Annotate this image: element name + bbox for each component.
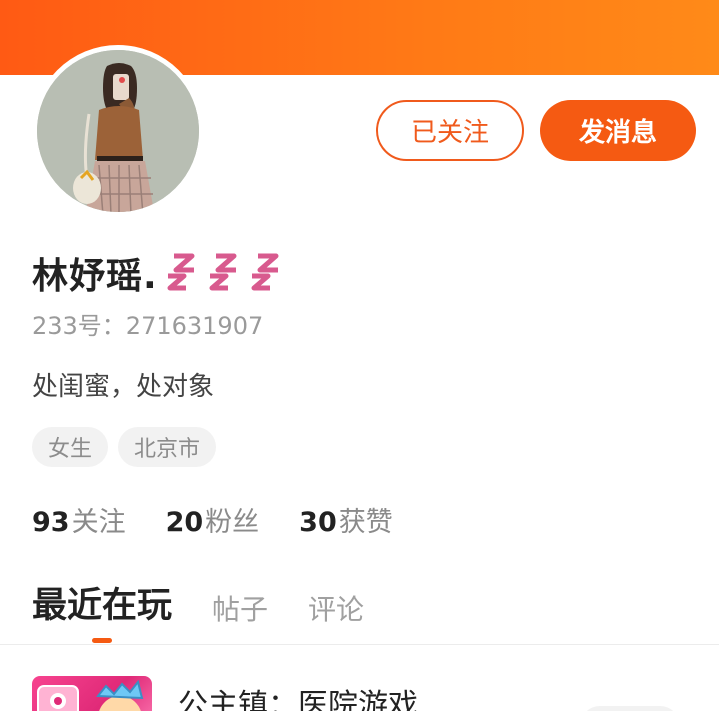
user-id: 233号：271631907 <box>32 312 264 340</box>
tag-gender: 女生 <box>32 427 109 467</box>
send-message-button[interactable]: 发消息 <box>540 100 696 161</box>
list-item[interactable]: 公主镇：医院游戏 <box>32 676 712 711</box>
profile-tabs: 最近在玩 帖子 评论 <box>32 574 404 628</box>
stat-likes-count: 30 <box>299 507 337 538</box>
game-title: 公主镇：医院游戏 <box>178 688 418 711</box>
name-row: 林妤瑶. <box>32 246 282 300</box>
unfollow-button-label: 已关注 <box>410 118 489 148</box>
user-name: 林妤瑶. <box>32 256 158 297</box>
stat-likes-label: 获赞 <box>338 507 393 538</box>
stat-followers[interactable]: 20 粉丝 <box>166 500 260 539</box>
tab-recently-played[interactable]: 最近在玩 <box>32 577 172 628</box>
stat-followers-label: 粉丝 <box>205 507 260 538</box>
stat-likes[interactable]: 30 获赞 <box>299 500 393 539</box>
profile-stats: 93 关注 20 粉丝 30 获赞 <box>32 500 393 539</box>
stat-following-count: 93 <box>32 507 70 538</box>
stat-following-label: 关注 <box>71 507 126 538</box>
avatar-image <box>37 50 199 212</box>
game-thumbnail <box>32 676 152 711</box>
profile-page: 已关注 发消息 林妤瑶. 233号：271631907 处闺蜜，处对象 女生 北… <box>0 0 719 711</box>
user-bio: 处闺蜜，处对象 <box>32 372 215 402</box>
game-action-button[interactable] <box>580 706 680 711</box>
profile-tags: 女生 北京市 <box>32 427 217 467</box>
avatar[interactable] <box>32 45 204 217</box>
active-tab-indicator <box>92 638 112 643</box>
tabs-divider <box>0 644 719 645</box>
send-message-button-label: 发消息 <box>578 118 657 148</box>
zzz-sleep-icon <box>164 250 282 296</box>
unfollow-button[interactable]: 已关注 <box>376 100 524 161</box>
stat-followers-count: 20 <box>165 507 204 538</box>
stat-following[interactable]: 93 关注 <box>32 500 126 539</box>
tab-posts[interactable]: 帖子 <box>212 588 268 628</box>
tab-comments[interactable]: 评论 <box>308 588 364 628</box>
tag-location: 北京市 <box>118 427 217 467</box>
